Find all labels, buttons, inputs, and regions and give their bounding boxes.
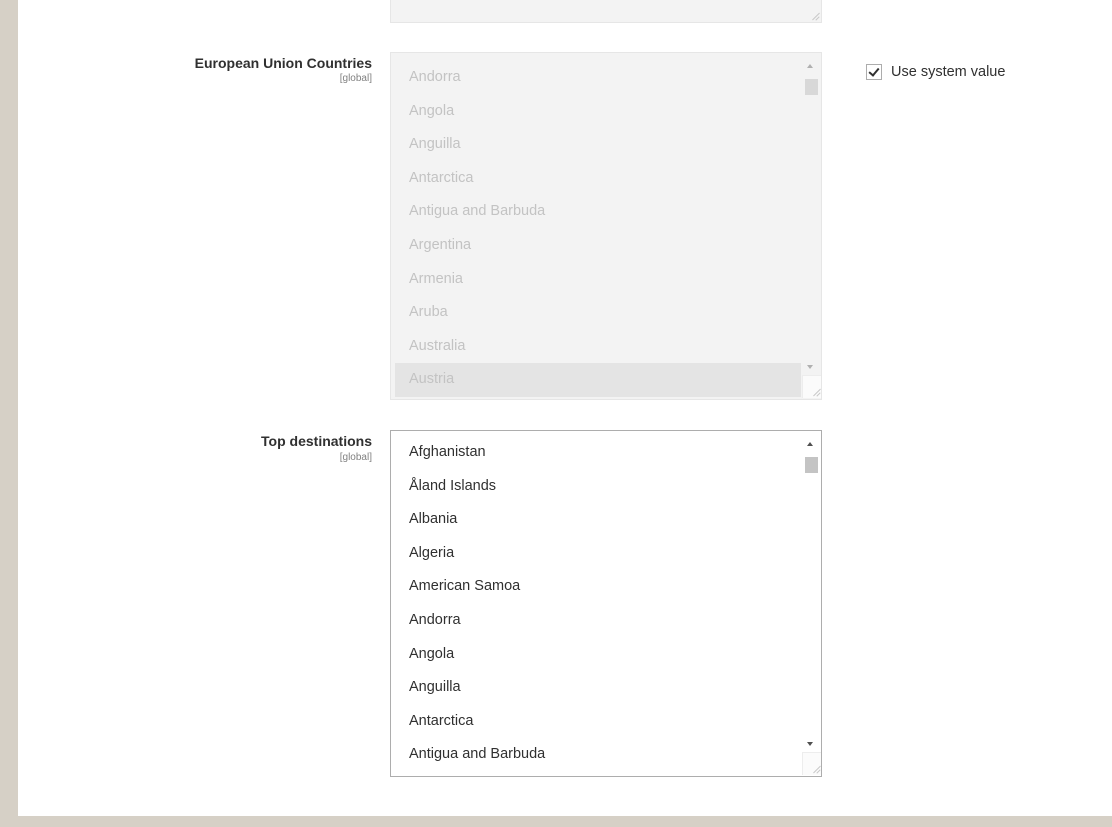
resize-handle-icon[interactable] xyxy=(811,12,819,20)
top-destinations-scope: [global] xyxy=(339,452,372,463)
scrollbar[interactable] xyxy=(801,53,821,399)
list-option[interactable]: Armenia xyxy=(391,263,801,297)
scroll-thumb[interactable] xyxy=(805,457,818,473)
list-option[interactable]: Antarctica xyxy=(391,162,801,196)
list-option[interactable]: Angola xyxy=(391,95,801,129)
eu-countries-label: European Union Countries xyxy=(194,55,372,71)
list-option[interactable]: Angola xyxy=(391,638,801,672)
list-option[interactable]: Albania xyxy=(391,503,801,537)
list-option[interactable]: Algeria xyxy=(391,537,801,571)
eu-countries-scope: [global] xyxy=(339,73,372,84)
list-option[interactable]: Andorra xyxy=(391,61,801,95)
scroll-up-arrow-icon[interactable] xyxy=(807,442,813,446)
previous-multiselect[interactable] xyxy=(390,0,822,23)
list-option[interactable]: American Samoa xyxy=(391,570,801,604)
config-panel: European Union Countries [global] Andorr… xyxy=(18,0,1112,816)
list-option-selected[interactable]: Austria xyxy=(395,363,801,397)
top-destinations-label: Top destinations xyxy=(261,433,372,449)
resize-grip[interactable] xyxy=(802,375,821,398)
list-option[interactable]: Anguilla xyxy=(391,128,801,162)
resize-handle-icon[interactable] xyxy=(812,388,820,396)
list-option[interactable]: Antigua and Barbuda xyxy=(391,738,801,772)
scroll-down-arrow-icon[interactable] xyxy=(807,742,813,746)
list-option[interactable]: Andorra xyxy=(391,604,801,638)
top-destinations-options: Afghanistan Åland Islands Albania Algeri… xyxy=(391,436,801,772)
list-option[interactable]: Aruba xyxy=(391,296,801,330)
top-destinations-multiselect[interactable]: Afghanistan Åland Islands Albania Algeri… xyxy=(390,430,822,777)
eu-countries-options: Andorra Angola Anguilla Antarctica Antig… xyxy=(391,61,801,397)
list-option[interactable]: Afghanistan xyxy=(391,436,801,470)
scroll-up-arrow-icon[interactable] xyxy=(807,64,813,68)
use-system-value-checkbox[interactable] xyxy=(866,64,882,80)
resize-grip[interactable] xyxy=(802,752,821,775)
resize-handle-icon[interactable] xyxy=(812,765,820,773)
list-option[interactable]: Åland Islands xyxy=(391,470,801,504)
use-system-value-control[interactable]: Use system value xyxy=(866,63,1005,81)
list-option[interactable]: Antigua and Barbuda xyxy=(391,195,801,229)
scroll-down-arrow-icon[interactable] xyxy=(807,365,813,369)
list-option[interactable]: Argentina xyxy=(391,229,801,263)
scrollbar[interactable] xyxy=(801,431,821,776)
use-system-value-label: Use system value xyxy=(891,64,1006,80)
scroll-thumb[interactable] xyxy=(805,79,818,95)
list-option[interactable]: Antarctica xyxy=(391,705,801,739)
list-option[interactable]: Australia xyxy=(391,330,801,364)
list-option[interactable]: Anguilla xyxy=(391,671,801,705)
eu-countries-multiselect[interactable]: Andorra Angola Anguilla Antarctica Antig… xyxy=(390,52,822,400)
